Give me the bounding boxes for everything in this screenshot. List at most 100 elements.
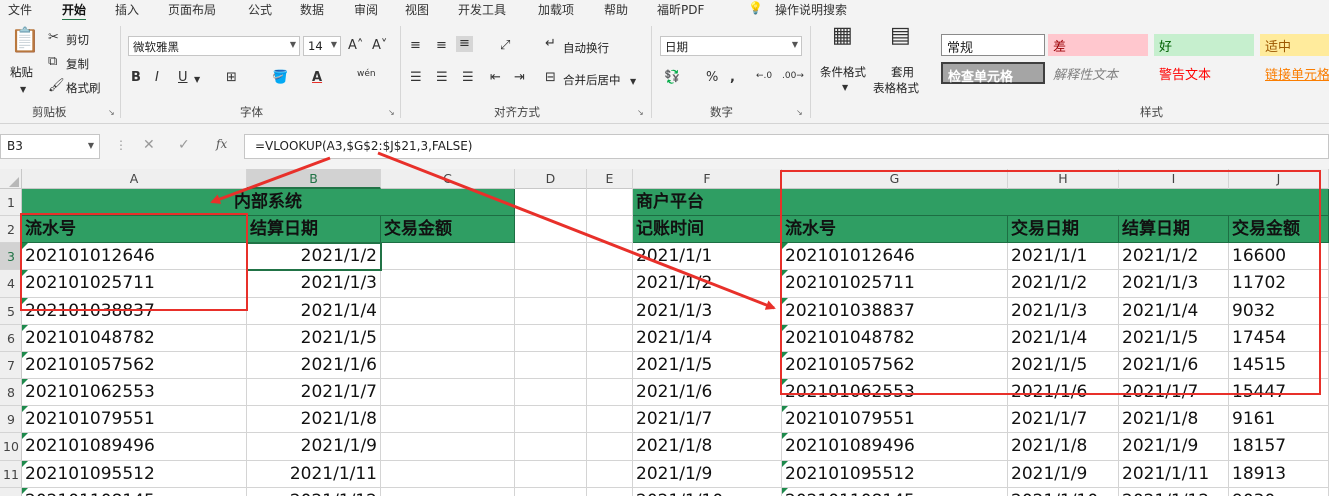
- chevron-down-icon[interactable]: ▼: [630, 74, 636, 90]
- wrap-text-icon[interactable]: ↵: [545, 36, 556, 52]
- merchant-amount-cell[interactable]: 18157: [1229, 433, 1329, 461]
- internal-settle-date-cell[interactable]: 2021/1/12: [247, 488, 381, 496]
- internal-serial-cell[interactable]: 202101012646: [22, 243, 247, 270]
- increase-indent-icon[interactable]: ⇥: [514, 70, 525, 86]
- font-launcher-icon[interactable]: ↘: [388, 108, 395, 117]
- column-header-c[interactable]: C: [381, 169, 515, 189]
- merchant-settle-date-cell[interactable]: 2021/1/6: [1119, 352, 1229, 379]
- merchant-header[interactable]: 交易金额: [1229, 216, 1329, 243]
- merchant-serial-cell[interactable]: 202101089496: [782, 433, 1008, 461]
- menu-foxit-pdf[interactable]: 福昕PDF: [657, 1, 704, 18]
- enter-icon[interactable]: ✓: [178, 137, 190, 153]
- decrease-indent-icon[interactable]: ⇤: [490, 70, 501, 86]
- merchant-amount-cell[interactable]: 14515: [1229, 352, 1329, 379]
- row-header-7[interactable]: 7: [0, 352, 22, 379]
- font-size-select[interactable]: 14 ▼: [303, 36, 341, 56]
- internal-serial-cell[interactable]: 202101089496: [22, 433, 247, 461]
- number-format-select[interactable]: 日期 ▼: [660, 36, 802, 56]
- internal-amount-cell[interactable]: [381, 461, 515, 488]
- column-header-e[interactable]: E: [587, 169, 633, 189]
- merchant-amount-cell[interactable]: 18913: [1229, 461, 1329, 488]
- style-good[interactable]: 好: [1154, 34, 1254, 56]
- merchant-settle-date-cell[interactable]: 2021/1/4: [1119, 298, 1229, 325]
- wrap-text-button[interactable]: 自动换行: [563, 40, 609, 56]
- cell-empty[interactable]: [515, 488, 587, 496]
- style-check-cell[interactable]: 检查单元格: [941, 62, 1045, 85]
- merchant-trade-date-cell[interactable]: 2021/1/6: [1008, 379, 1119, 406]
- cell-empty[interactable]: [587, 189, 633, 216]
- cell-empty[interactable]: [515, 433, 587, 461]
- cell-empty[interactable]: [587, 270, 633, 298]
- column-header-j[interactable]: J: [1229, 169, 1329, 189]
- merchant-trade-date-cell[interactable]: 2021/1/1: [1008, 243, 1119, 270]
- internal-settle-date-cell[interactable]: 2021/1/6: [247, 352, 381, 379]
- merchant-settle-date-cell[interactable]: 2021/1/3: [1119, 270, 1229, 298]
- merchant-trade-date-cell[interactable]: 2021/1/5: [1008, 352, 1119, 379]
- internal-amount-cell[interactable]: [381, 270, 515, 298]
- merchant-amount-cell[interactable]: 9161: [1229, 406, 1329, 433]
- format-painter-button[interactable]: 格式刷: [66, 80, 101, 96]
- column-header-i[interactable]: I: [1119, 169, 1229, 189]
- cell-empty[interactable]: [515, 325, 587, 352]
- merchant-settle-date-cell[interactable]: 2021/1/9: [1119, 433, 1229, 461]
- internal-header[interactable]: 交易金额: [381, 216, 515, 243]
- column-header-d[interactable]: D: [515, 169, 587, 189]
- cell-empty[interactable]: [515, 352, 587, 379]
- cell-empty[interactable]: [587, 461, 633, 488]
- cell-empty[interactable]: [587, 379, 633, 406]
- format-as-table-label-2[interactable]: 表格格式: [873, 80, 919, 96]
- menu-view[interactable]: 视图: [405, 1, 429, 18]
- cell-empty[interactable]: [515, 270, 587, 298]
- column-header-g[interactable]: G: [782, 169, 1008, 189]
- alignment-launcher-icon[interactable]: ↘: [637, 108, 644, 117]
- cell-empty[interactable]: [587, 433, 633, 461]
- internal-system-title[interactable]: 内部系统: [22, 189, 515, 216]
- internal-serial-cell[interactable]: 202101048782: [22, 325, 247, 352]
- merchant-trade-date-cell[interactable]: 2021/1/2: [1008, 270, 1119, 298]
- merchant-trade-date-cell[interactable]: 2021/1/7: [1008, 406, 1119, 433]
- font-name-select[interactable]: 微软雅黑 ▼: [128, 36, 300, 56]
- percent-style-icon[interactable]: %: [706, 70, 718, 86]
- copy-button[interactable]: 复制: [66, 56, 89, 72]
- chevron-down-icon[interactable]: ▼: [842, 80, 848, 96]
- menu-developer[interactable]: 开发工具: [458, 1, 506, 18]
- underline-button[interactable]: U: [178, 70, 188, 86]
- row-header-6[interactable]: 6: [0, 325, 22, 352]
- merchant-serial-cell[interactable]: 202101079551: [782, 406, 1008, 433]
- format-painter-icon[interactable]: 🖌: [48, 78, 65, 94]
- internal-settle-date-cell[interactable]: 2021/1/9: [247, 433, 381, 461]
- font-shrink-button[interactable]: A˅: [372, 38, 387, 54]
- merchant-settle-date-cell[interactable]: 2021/1/12: [1119, 488, 1229, 496]
- align-top-icon[interactable]: ≡: [410, 38, 421, 54]
- internal-settle-date-cell[interactable]: 2021/1/2: [247, 243, 381, 270]
- chevron-down-icon[interactable]: ▼: [194, 72, 200, 88]
- internal-amount-cell[interactable]: [381, 243, 515, 270]
- merchant-book-time-cell[interactable]: 2021/1/1: [633, 243, 782, 270]
- internal-serial-cell[interactable]: 202101095512: [22, 461, 247, 488]
- cell-empty[interactable]: [515, 406, 587, 433]
- merchant-serial-cell[interactable]: 202101095512: [782, 461, 1008, 488]
- cell-empty[interactable]: [587, 406, 633, 433]
- cell-empty[interactable]: [515, 243, 587, 270]
- column-header-f[interactable]: F: [633, 169, 782, 189]
- cell-empty[interactable]: [515, 461, 587, 488]
- row-header-12[interactable]: 12: [0, 488, 22, 496]
- merchant-amount-cell[interactable]: 17454: [1229, 325, 1329, 352]
- bold-button[interactable]: B: [131, 70, 141, 86]
- internal-serial-cell[interactable]: 202101108145: [22, 488, 247, 496]
- style-neutral[interactable]: 适中: [1260, 34, 1329, 56]
- merchant-book-time-cell[interactable]: 2021/1/8: [633, 433, 782, 461]
- row-header-5[interactable]: 5: [0, 298, 22, 325]
- formula-input[interactable]: =VLOOKUP(A3,$G$2:$J$21,3,FALSE): [244, 134, 1329, 159]
- merchant-book-time-cell[interactable]: 2021/1/5: [633, 352, 782, 379]
- clipboard-launcher-icon[interactable]: ↘: [108, 108, 115, 117]
- font-grow-button[interactable]: A˄: [348, 38, 363, 54]
- chevron-down-icon[interactable]: ▼: [88, 141, 94, 150]
- internal-serial-cell[interactable]: 202101038837: [22, 298, 247, 325]
- internal-serial-cell[interactable]: 202101062553: [22, 379, 247, 406]
- internal-amount-cell[interactable]: [381, 325, 515, 352]
- merchant-amount-cell[interactable]: 11702: [1229, 270, 1329, 298]
- number-launcher-icon[interactable]: ↘: [796, 108, 803, 117]
- merchant-amount-cell[interactable]: 9032: [1229, 298, 1329, 325]
- merchant-book-time-cell[interactable]: 2021/1/4: [633, 325, 782, 352]
